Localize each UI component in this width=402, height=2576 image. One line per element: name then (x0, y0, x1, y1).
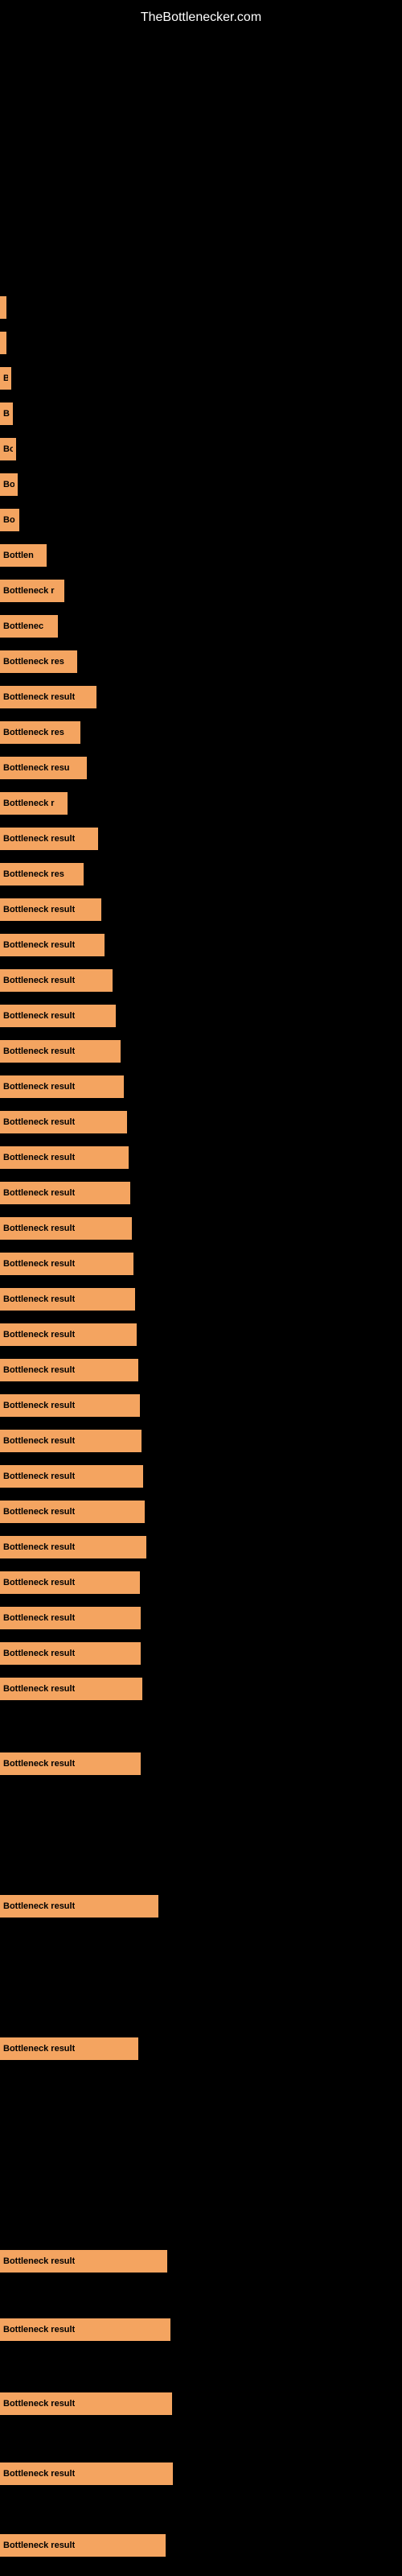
bar-label: Bottleneck result (3, 2399, 75, 2409)
bar-label: Bottleneck result (3, 2256, 75, 2266)
bar-item: B (0, 402, 13, 425)
bar-item: Bottleneck result (0, 2318, 170, 2341)
bar-label: Bottleneck result (3, 976, 75, 985)
bar-item: Bottlenec (0, 615, 58, 638)
bar-item: Bottleneck result (0, 1571, 140, 1594)
bar-label: B (3, 374, 8, 383)
bar-item: Bottleneck result (0, 1678, 142, 1700)
bar-label: Bottleneck result (3, 1117, 75, 1127)
bar-label: Bottleneck result (3, 1649, 75, 1658)
bar-label: Bo (3, 515, 15, 525)
bar-item: Bottleneck result (0, 1111, 127, 1133)
bar-item: Bottleneck result (0, 969, 113, 992)
bar-label: Bottleneck result (3, 1542, 75, 1552)
bar-item: Bottleneck result (0, 1501, 145, 1523)
bar-label: Bottleneck result (3, 2044, 75, 2054)
bar-label: Bottleneck result (3, 1224, 75, 1233)
bar-label: Bo (3, 444, 13, 454)
bar-item: Bottleneck result (0, 2534, 166, 2557)
bar-label: Bottleneck resu (3, 763, 70, 773)
site-title: TheBottlenecker.com (0, 4, 402, 31)
bar-label: Bottleneck result (3, 1578, 75, 1587)
bar-item: Bottleneck res (0, 650, 77, 673)
bar-label: Bottleneck result (3, 1294, 75, 1304)
bar-item: Bottleneck result (0, 1075, 124, 1098)
bar-label: Bottleneck result (3, 2325, 75, 2334)
bar-label: Bottleneck result (3, 1613, 75, 1623)
bar-item: Bo (0, 438, 16, 460)
bar-label: Bottleneck result (3, 1436, 75, 1446)
bar-label: Bottleneck result (3, 1011, 75, 1021)
bar-item: B (0, 367, 11, 390)
bar-label: B (3, 409, 10, 419)
bar-label: Bottleneck result (3, 1365, 75, 1375)
bar-item: Bottleneck r (0, 580, 64, 602)
bar-label: Bottleneck result (3, 1401, 75, 1410)
bar-item: Bo (0, 473, 18, 496)
bar-label: Bottleneck result (3, 1153, 75, 1162)
bar-item: Bottleneck res (0, 863, 84, 886)
bar-item: Bottleneck result (0, 934, 105, 956)
bar-label: Bottleneck result (3, 1330, 75, 1340)
bar-item: Bottleneck result (0, 1536, 146, 1558)
bar-item: Bottleneck result (0, 1040, 121, 1063)
bar-label: Bottleneck result (3, 692, 75, 702)
bar-item: Bottleneck result (0, 1394, 140, 1417)
bar-item: Bottleneck result (0, 1288, 135, 1311)
bar-label: Bottleneck r (3, 586, 55, 596)
bar-label: Bottleneck result (3, 2541, 75, 2550)
bar-label: Bottleneck res (3, 728, 64, 737)
bar-label: Bottleneck res (3, 657, 64, 667)
bar-item: Bottleneck result (0, 1005, 116, 1027)
bar-label: Bottleneck result (3, 1507, 75, 1517)
bar-item: Bottlen (0, 544, 47, 567)
bar-item: Bottleneck result (0, 1642, 141, 1665)
bar-label: Bo (3, 480, 14, 489)
bar-item: Bottleneck res (0, 721, 80, 744)
bar-label: Bottleneck result (3, 1684, 75, 1694)
bar-item: Bottleneck result (0, 2250, 167, 2273)
bar-label: Bottleneck result (3, 1901, 75, 1911)
bar-label: Bottleneck result (3, 1188, 75, 1198)
bar-item: Bottleneck result (0, 1323, 137, 1346)
bar-item: Bottleneck result (0, 2462, 173, 2485)
bar-label: Bottlenec (3, 621, 43, 631)
bar-item: Bottleneck result (0, 1253, 133, 1275)
bar-item: Bottleneck result (0, 1430, 142, 1452)
bar-label: Bottleneck result (3, 1082, 75, 1092)
bar-item (0, 332, 6, 354)
bar-label: Bottlen (3, 551, 34, 560)
bar-item: Bottleneck result (0, 1607, 141, 1629)
bar-item: Bottleneck result (0, 898, 101, 921)
bar-label: Bottleneck result (3, 2469, 75, 2479)
bar-item: Bottleneck resu (0, 757, 87, 779)
bar-item: Bottleneck result (0, 1359, 138, 1381)
bar-item: Bottleneck result (0, 1182, 130, 1204)
bar-label: Bottleneck result (3, 1472, 75, 1481)
bar-item: Bottleneck result (0, 1752, 141, 1775)
bar-label: Bottleneck result (3, 940, 75, 950)
bar-item: Bottleneck result (0, 1895, 158, 1918)
bar-label: Bottleneck r (3, 799, 55, 808)
bar-item (0, 296, 6, 319)
bar-label: Bottleneck res (3, 869, 64, 879)
bar-item: Bottleneck result (0, 1465, 143, 1488)
bar-item: Bottleneck result (0, 828, 98, 850)
bar-label: Bottleneck result (3, 905, 75, 914)
bar-item: Bottleneck result (0, 686, 96, 708)
bar-item: Bottleneck result (0, 2037, 138, 2060)
bar-label: Bottleneck result (3, 1046, 75, 1056)
bar-label: Bottleneck result (3, 1259, 75, 1269)
bar-item: Bottleneck r (0, 792, 68, 815)
bar-item: Bottleneck result (0, 1146, 129, 1169)
bar-label: Bottleneck result (3, 1759, 75, 1769)
bar-label: Bottleneck result (3, 834, 75, 844)
bar-item: Bottleneck result (0, 1217, 132, 1240)
bar-item: Bottleneck result (0, 2392, 172, 2415)
bar-item: Bo (0, 509, 19, 531)
